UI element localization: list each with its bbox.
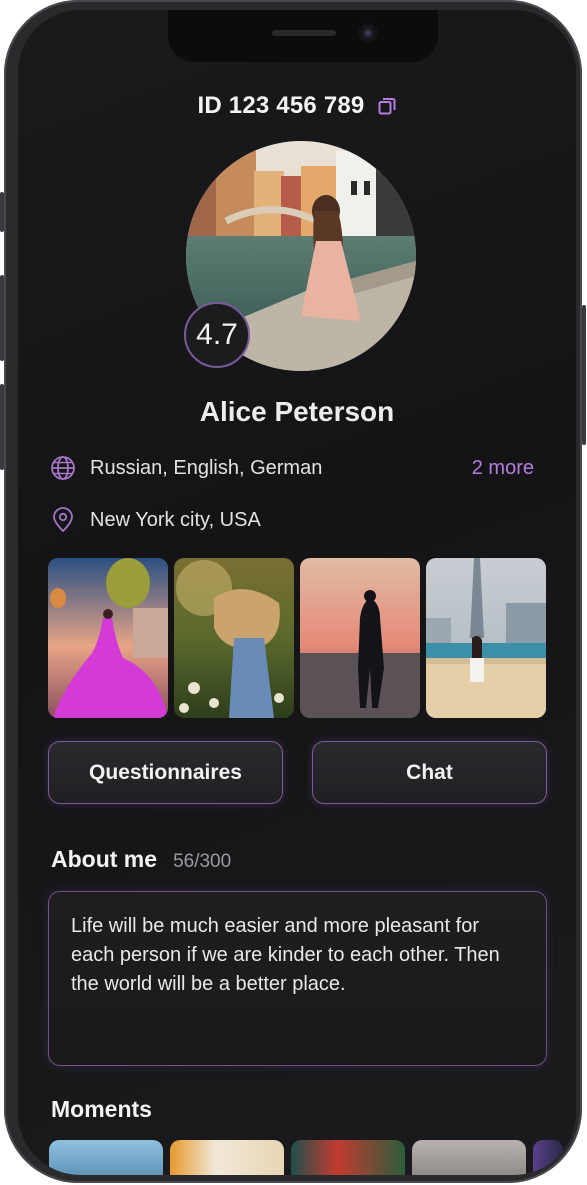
- about-text-field[interactable]: Life will be much easier and more pleasa…: [48, 891, 547, 1066]
- questionnaires-button[interactable]: Questionnaires: [48, 741, 283, 804]
- moments-strip: [49, 1140, 563, 1175]
- languages-row: Russian, English, German 2 more: [50, 455, 534, 481]
- gallery-photo[interactable]: [174, 558, 294, 718]
- mute-switch: [0, 192, 4, 232]
- phone-frame: ID 123 456 789 4.7 Alice Peterson Russia…: [0, 0, 586, 1183]
- languages-text: Russian, English, German: [90, 456, 323, 479]
- moment-thumbnail[interactable]: [291, 1140, 405, 1175]
- gallery-photo[interactable]: [48, 558, 168, 718]
- about-header: About me 56/300: [51, 846, 231, 873]
- power-button: [582, 305, 586, 445]
- map-pin-icon: [50, 507, 76, 533]
- moment-thumbnail[interactable]: [170, 1140, 284, 1175]
- moments-title: Moments: [51, 1096, 152, 1122]
- front-camera: [358, 23, 378, 43]
- moment-thumbnail[interactable]: [412, 1140, 526, 1175]
- copy-icon[interactable]: [378, 97, 396, 115]
- profile-name: Alice Peterson: [199, 396, 395, 427]
- languages-more-link[interactable]: 2 more: [472, 457, 534, 480]
- gallery-photo[interactable]: [426, 558, 546, 718]
- speaker-grille: [272, 30, 336, 36]
- chat-button[interactable]: Chat: [312, 741, 547, 804]
- rating-badge: 4.7: [184, 302, 250, 368]
- notch: [168, 10, 438, 62]
- moment-thumbnail[interactable]: [533, 1140, 563, 1175]
- photo-gallery: [48, 558, 548, 718]
- profile-id-row: ID 123 456 789: [18, 92, 576, 120]
- location-row: New York city, USA: [50, 507, 534, 533]
- gallery-photo[interactable]: [300, 558, 420, 718]
- app-screen: ID 123 456 789 4.7 Alice Peterson Russia…: [18, 10, 576, 1175]
- location-text: New York city, USA: [90, 508, 261, 531]
- volume-down-button: [0, 384, 4, 470]
- profile-id: ID 123 456 789: [197, 92, 365, 119]
- about-char-counter: 56/300: [173, 851, 232, 872]
- globe-icon: [50, 455, 76, 481]
- volume-up-button: [0, 275, 4, 361]
- about-title: About me: [51, 846, 158, 872]
- moment-thumbnail[interactable]: [49, 1140, 163, 1175]
